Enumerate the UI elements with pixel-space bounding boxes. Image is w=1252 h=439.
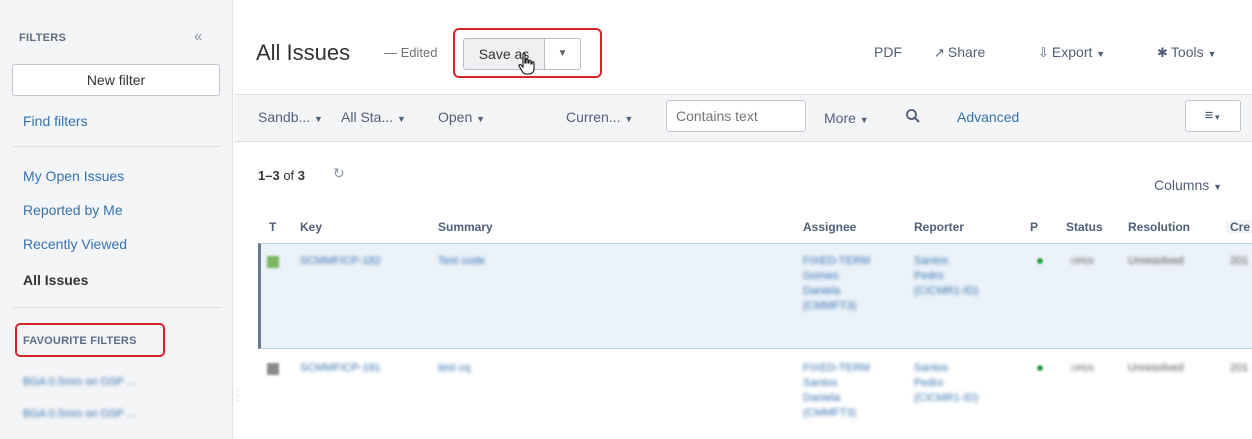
assignee-line[interactable]: (CMMFT3) [803, 406, 856, 421]
project-filter-label: Sandb... [258, 109, 311, 125]
tools-label: Tools [1170, 44, 1204, 60]
advanced-search-link[interactable]: Advanced [957, 109, 1019, 125]
resolution-filter-label: Open [438, 109, 473, 125]
more-filters-dropdown[interactable]: More ▼ [824, 110, 869, 126]
gear-icon: ✱ [1157, 45, 1168, 60]
share-button[interactable]: ↗ Share [934, 44, 985, 61]
priority-icon [1037, 365, 1043, 371]
assignee-line[interactable]: Daniela [803, 284, 840, 299]
sidebar-resize-handle-icon[interactable]: · · · [236, 386, 239, 406]
assignee-line[interactable]: Santos [803, 376, 837, 391]
resolution-filter-dropdown[interactable]: Open ▼ [438, 109, 485, 125]
column-header-summary[interactable]: Summary [438, 220, 493, 234]
column-header-resolution[interactable]: Resolution [1128, 220, 1190, 234]
column-header-reporter[interactable]: Reporter [914, 220, 964, 234]
reporter-line[interactable]: (CICMR1-ID) [914, 284, 978, 299]
assignee-line[interactable]: Daniela [803, 391, 840, 406]
tools-button[interactable]: ✱ Tools ▼ [1157, 44, 1216, 61]
caret-down-icon: ▼ [397, 114, 406, 124]
reporter-line[interactable]: Santos [914, 361, 948, 376]
results-count: 1–3 of 3 [258, 168, 305, 183]
resolution-value: Unresolved [1128, 255, 1184, 267]
table-row[interactable] [258, 243, 1252, 349]
sidebar-divider [13, 307, 221, 308]
project-filter-dropdown[interactable]: Sandb... ▼ [258, 109, 323, 125]
reporter-line[interactable]: Santos [914, 254, 948, 269]
caret-down-icon: ▼ [624, 114, 634, 124]
more-label: More [824, 110, 856, 126]
column-header-status[interactable]: Status [1066, 220, 1103, 234]
issue-type-icon [267, 256, 279, 268]
export-icon: ⇩ [1038, 45, 1049, 60]
caret-down-icon: ▼ [1207, 49, 1217, 59]
reporter-line[interactable]: (CICMR1-ID) [914, 391, 978, 406]
results-count-range: 1–3 [258, 168, 280, 183]
pdf-link[interactable]: PDF [874, 44, 902, 60]
hand-pointer-icon [518, 52, 535, 75]
filters-heading: FILTERS [19, 32, 67, 44]
sidebar-item-all-issues[interactable]: All Issues [23, 272, 88, 288]
favourite-filters-heading: FAVOURITE FILTERS [23, 335, 137, 347]
created-value: 201 [1230, 255, 1249, 267]
caret-down-icon: ▼ [557, 48, 568, 59]
caret-down-icon: ▼ [1213, 182, 1223, 192]
save-as-dropdown-button[interactable]: ▼ [545, 38, 581, 70]
table-row[interactable] [258, 350, 1252, 439]
issue-type-icon [267, 363, 279, 375]
results-count-of: of [283, 168, 295, 183]
assignee-line[interactable]: (CMMFT3) [803, 299, 856, 314]
new-filter-button[interactable]: New filter [12, 64, 220, 96]
reporter-line[interactable]: Pedro [914, 376, 943, 391]
issue-summary-link[interactable]: Test code [438, 254, 485, 269]
column-header-assignee[interactable]: Assignee [803, 220, 856, 234]
issue-key-link[interactable]: SCMMFICP-181 [300, 361, 381, 376]
sidebar-item-my-open-issues[interactable]: My Open Issues [23, 168, 124, 184]
find-filters-link[interactable]: Find filters [23, 113, 88, 129]
filters-sidebar: FILTERS « New filter Find filters My Ope… [0, 0, 233, 439]
collapse-sidebar-icon[interactable]: « [194, 28, 202, 45]
status-badge: OPEN [1071, 364, 1094, 373]
caret-down-icon: ▼ [859, 115, 869, 125]
view-options-button[interactable]: ≡▼ [1185, 100, 1241, 132]
column-header-priority[interactable]: P [1030, 220, 1038, 234]
priority-icon [1037, 258, 1043, 264]
caret-down-icon: ▼ [314, 114, 323, 124]
search-icon[interactable] [905, 108, 921, 124]
refresh-icon[interactable]: ↻ [333, 165, 345, 182]
sidebar-item-reported-by-me[interactable]: Reported by Me [23, 202, 123, 218]
column-header-created[interactable]: Cre [1226, 220, 1252, 234]
column-header-key[interactable]: Key [300, 220, 322, 234]
issue-summary-link[interactable]: test cq [438, 361, 470, 376]
share-icon: ↗ [934, 45, 945, 60]
caret-down-icon: ▼ [476, 114, 486, 124]
contains-text-input[interactable] [666, 100, 806, 132]
results-count-total: 3 [297, 168, 306, 183]
columns-label: Columns [1154, 177, 1210, 193]
status-filter-label: All Sta... [341, 109, 394, 125]
assignee-filter-label: Curren... [566, 109, 621, 125]
assignee-filter-dropdown[interactable]: Curren... ▼ [566, 109, 633, 125]
assignee-line[interactable]: Gomes [803, 269, 838, 284]
resolution-value: Unresolved [1128, 362, 1184, 374]
columns-dropdown[interactable]: Columns ▼ [1154, 177, 1222, 193]
export-label: Export [1051, 44, 1093, 60]
created-value: 201 [1230, 362, 1249, 374]
issue-key-link[interactable]: SCMMFICP-182 [300, 254, 381, 269]
assignee-line[interactable]: FIXED-TERM [803, 361, 870, 376]
status-filter-dropdown[interactable]: All Sta... ▼ [341, 109, 406, 125]
caret-down-icon: ▼ [1096, 49, 1106, 59]
sidebar-item-recently-viewed[interactable]: Recently Viewed [23, 236, 127, 252]
favourite-filter-item[interactable]: BGA 0.5mm on OSP ... [23, 376, 136, 388]
status-badge: OPEN [1071, 257, 1094, 266]
page-title: All Issues [256, 40, 351, 65]
favourite-filter-item[interactable]: BGA 0.5mm on OSP ... [23, 408, 136, 420]
export-button[interactable]: ⇩ Export ▼ [1038, 44, 1105, 61]
caret-down-icon: ▼ [1213, 113, 1222, 122]
assignee-line[interactable]: FIXED-TERM [803, 254, 870, 269]
edited-indicator: — Edited [384, 45, 438, 60]
sidebar-divider [13, 146, 221, 147]
share-label: Share [947, 44, 986, 60]
reporter-line[interactable]: Pedro [914, 269, 943, 284]
column-header-type[interactable]: T [269, 220, 276, 234]
